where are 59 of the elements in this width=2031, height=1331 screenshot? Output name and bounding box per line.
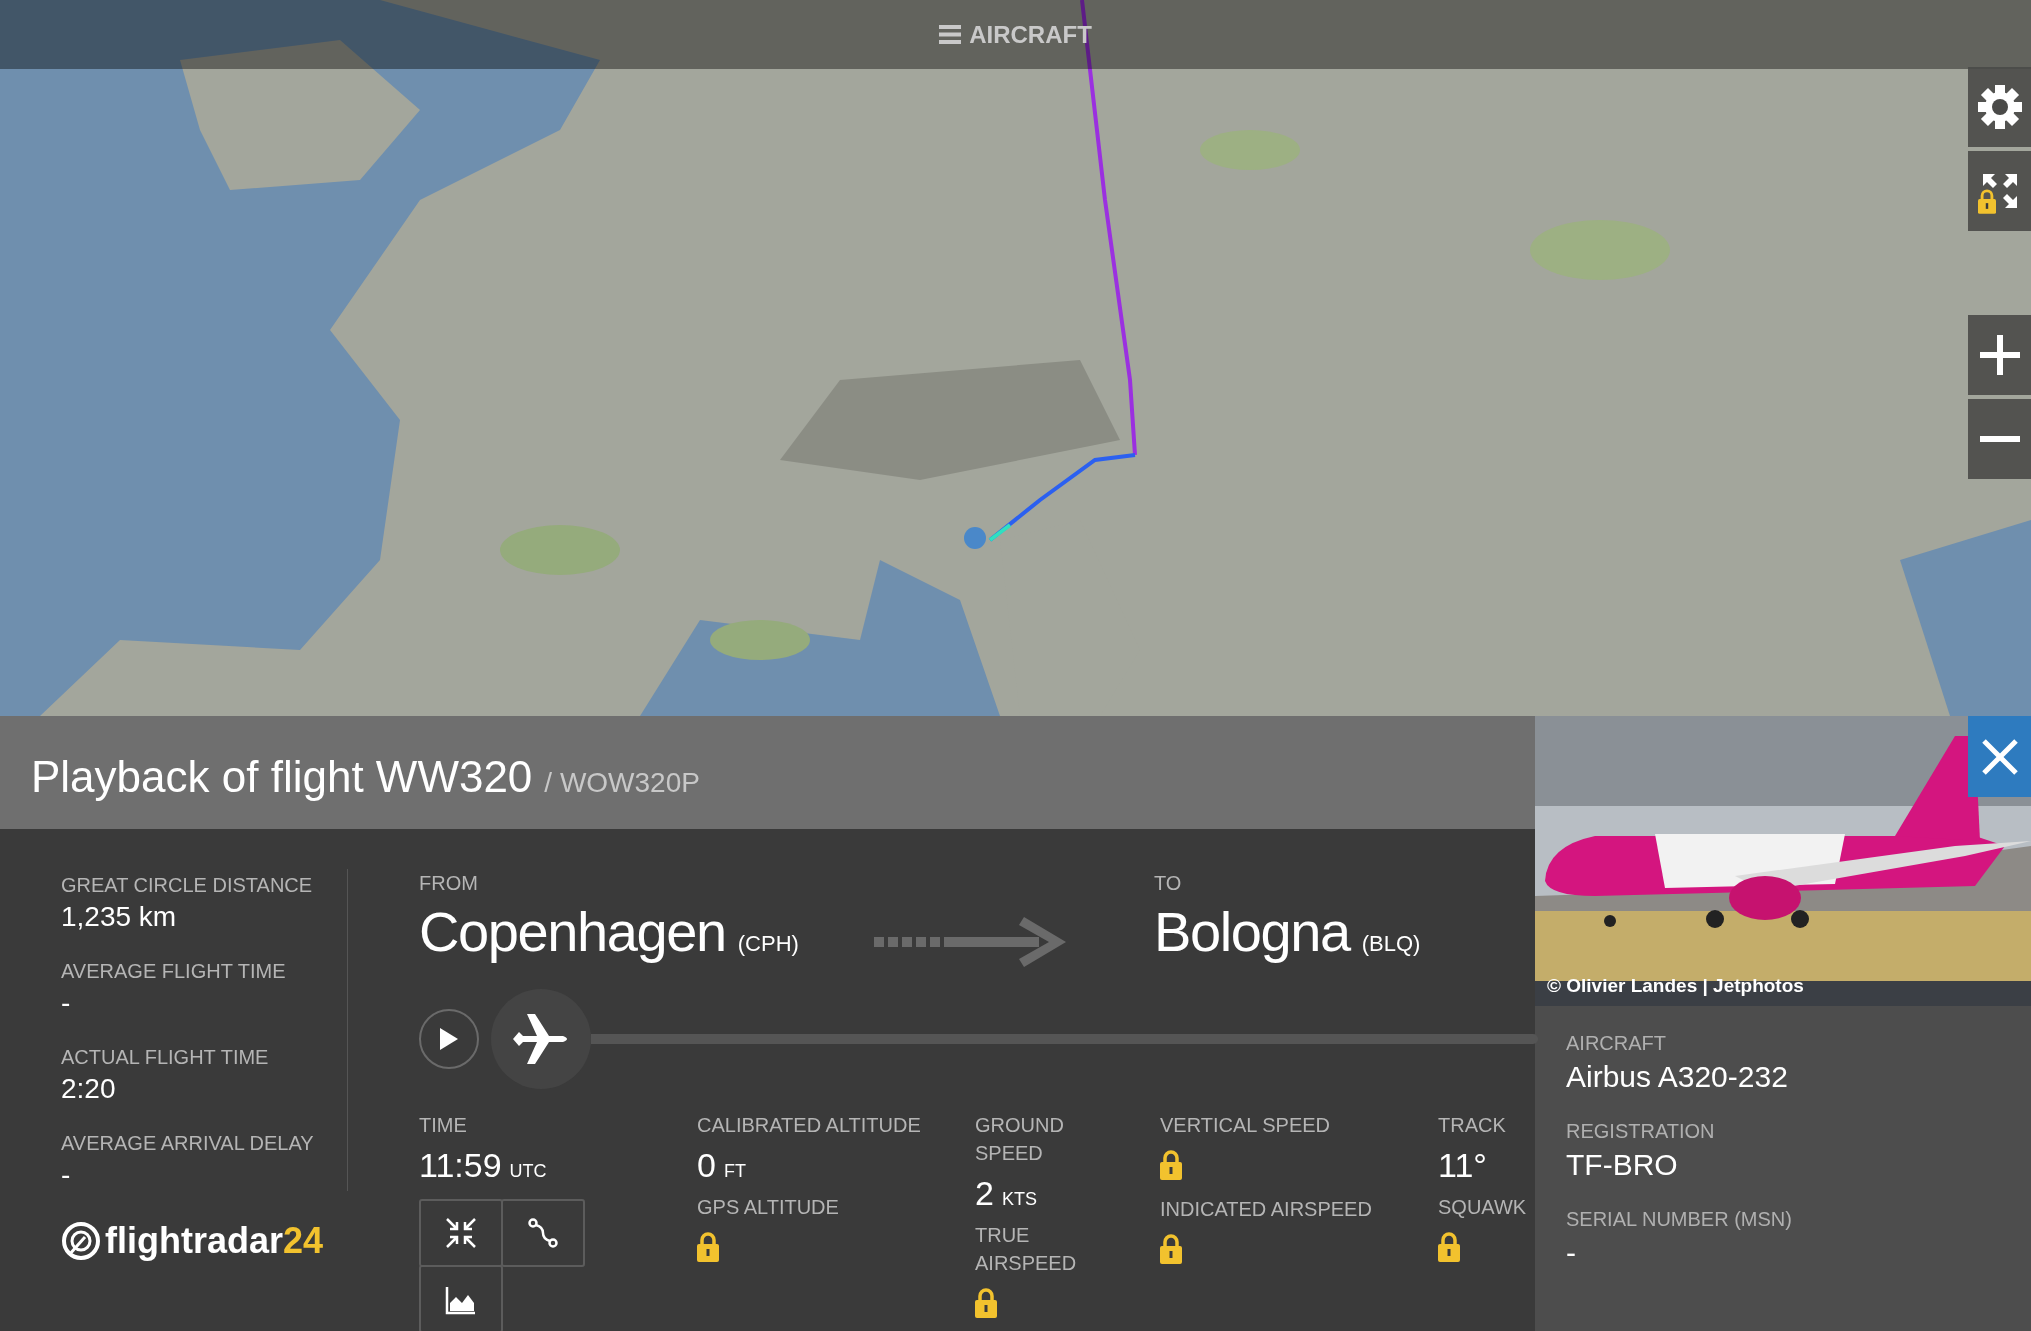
stat-label: AVERAGE FLIGHT TIME bbox=[61, 959, 287, 984]
stat-label: ACTUAL FLIGHT TIME bbox=[61, 1045, 270, 1070]
play-button[interactable] bbox=[419, 1009, 479, 1069]
lock-icon bbox=[975, 1288, 997, 1318]
lock-icon bbox=[1438, 1232, 1460, 1262]
radar-icon bbox=[61, 1221, 101, 1261]
stat-label: GROUND SPEED bbox=[975, 1113, 1065, 1166]
destination-city: Bologna bbox=[1154, 899, 1350, 965]
stat-label: TRUE AIRSPEED bbox=[975, 1223, 1078, 1276]
route-icon bbox=[527, 1217, 559, 1249]
stat-label: TRACK bbox=[1438, 1113, 1507, 1138]
field-value: TF-BRO bbox=[1566, 1147, 1679, 1183]
stat-value: - bbox=[61, 987, 72, 1019]
unit-label: UTC bbox=[509, 1160, 547, 1183]
field-value: Airbus A320-232 bbox=[1566, 1059, 1789, 1095]
field-label: REGISTRATION bbox=[1566, 1119, 1716, 1144]
route-button[interactable] bbox=[501, 1199, 585, 1267]
collapse-button[interactable] bbox=[419, 1199, 503, 1267]
stat-label: GPS ALTITUDE bbox=[697, 1195, 840, 1220]
stat-label: VERTICAL SPEED bbox=[1160, 1113, 1332, 1138]
logo-text[interactable]: flightradar24 bbox=[105, 1223, 324, 1259]
stat-label: TIME bbox=[419, 1113, 468, 1138]
lock-icon bbox=[1160, 1234, 1182, 1264]
route-arrow-icon bbox=[874, 917, 1066, 967]
field-label: AIRCRAFT bbox=[1566, 1031, 1667, 1056]
route-label: TO bbox=[1154, 871, 1183, 896]
unit-label: FT bbox=[723, 1160, 746, 1183]
field-label: SERIAL NUMBER (MSN) bbox=[1566, 1207, 1793, 1232]
lock-icon bbox=[697, 1232, 719, 1262]
chart-button[interactable] bbox=[419, 1265, 503, 1331]
playback-slider[interactable] bbox=[491, 989, 1538, 1089]
stat-label: SQUAWK bbox=[1438, 1195, 1528, 1220]
stat-value: 1,235 km bbox=[61, 901, 178, 933]
photo-credit: © Olivier Landes | Jetphotos bbox=[1547, 973, 1804, 998]
airport-code: (CPH) bbox=[737, 930, 799, 958]
unit-label: KTS bbox=[1001, 1188, 1037, 1211]
origin-city: Copenhagen bbox=[419, 899, 726, 965]
airport-code: (BLQ) bbox=[1361, 930, 1421, 958]
stat-label: AVERAGE ARRIVAL DELAY bbox=[61, 1131, 315, 1156]
route-label: FROM bbox=[419, 871, 479, 896]
stat-value: 11° bbox=[1438, 1145, 1487, 1186]
stat-value: - bbox=[61, 1159, 72, 1191]
close-icon bbox=[1981, 738, 2018, 775]
play-icon bbox=[440, 1028, 458, 1050]
collapse-icon bbox=[445, 1217, 477, 1249]
stat-label: CALIBRATED ALTITUDE bbox=[697, 1113, 922, 1138]
field-value: - bbox=[1566, 1235, 1577, 1271]
stat-value: 11:59 bbox=[419, 1145, 502, 1186]
close-button[interactable] bbox=[1968, 716, 2031, 797]
flightradar24-logo[interactable]: flightradar24 bbox=[61, 1221, 348, 1261]
callsign: / WOW320P bbox=[544, 769, 700, 799]
slider-track[interactable] bbox=[591, 1034, 1538, 1044]
lock-icon bbox=[1160, 1150, 1182, 1180]
stat-value: 2 bbox=[975, 1173, 994, 1214]
stat-label: INDICATED AIRSPEED bbox=[1160, 1197, 1373, 1222]
stat-value: 2:20 bbox=[61, 1073, 117, 1105]
stat-value: 0 bbox=[697, 1145, 716, 1186]
stat-label: GREAT CIRCLE DISTANCE bbox=[61, 873, 314, 898]
flight-title: Playback of flight WW320 bbox=[31, 755, 533, 799]
